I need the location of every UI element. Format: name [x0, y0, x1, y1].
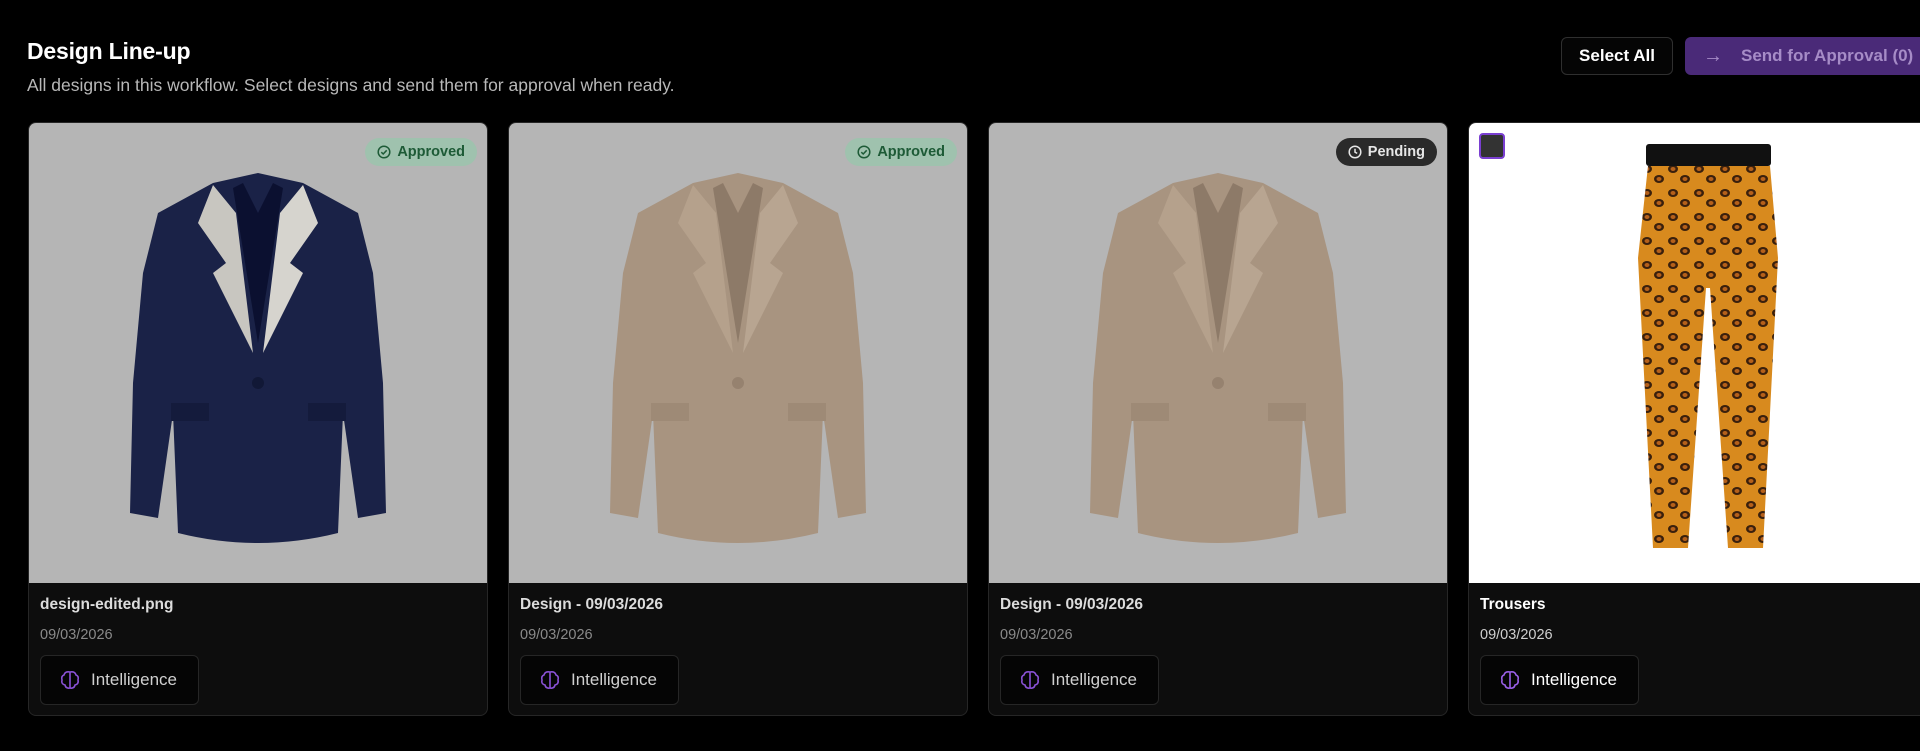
clock-icon [1348, 145, 1362, 159]
intelligence-tag[interactable]: Intelligence [40, 655, 199, 705]
intelligence-tag[interactable]: Intelligence [520, 655, 679, 705]
status-badge: Pending [1335, 138, 1437, 166]
tag-label: Intelligence [91, 670, 178, 689]
tag-label: Intelligence [1051, 670, 1138, 689]
design-date: 09/03/2026 [40, 627, 113, 643]
page-subtitle: All designs in this workflow. Select des… [27, 75, 675, 95]
brain-icon [60, 671, 80, 689]
design-date: 09/03/2026 [1480, 627, 1553, 643]
intelligence-tag[interactable]: Intelligence [1000, 655, 1159, 705]
arrow-right-icon: → [1703, 44, 1723, 67]
design-name: Design - 09/03/2026 [520, 596, 664, 613]
design-date: 09/03/2026 [520, 627, 593, 643]
select-checkbox[interactable] [1479, 133, 1505, 159]
design-name: design-edited.png [40, 596, 174, 613]
intelligence-tag[interactable]: Intelligence [1480, 655, 1639, 705]
design-name: Design - 09/03/2026 [1000, 596, 1144, 613]
design-card[interactable]: Approved Design - 09/03/2026 09/03/2026 … [508, 122, 968, 716]
send-for-approval-label: Send for Approval (0) [1741, 46, 1914, 65]
tag-label: Intelligence [571, 670, 658, 689]
design-card[interactable]: Pending Design - 09/03/2026 09/03/2026 I… [988, 122, 1448, 716]
status-badge: Approved [845, 138, 957, 166]
design-image-leopard-trousers [1469, 123, 1920, 583]
design-image-beige-blazer [989, 123, 1447, 583]
design-image-navy-blazer [29, 123, 487, 583]
design-date: 09/03/2026 [1000, 627, 1073, 643]
design-card[interactable]: Approved design-edited.png 09/03/2026 In… [28, 122, 488, 716]
tag-label: Intelligence [1531, 670, 1618, 689]
design-name: Trousers [1480, 596, 1546, 613]
status-badge-label: Approved [877, 144, 945, 160]
brain-icon [1500, 671, 1520, 689]
design-image-beige-blazer [509, 123, 967, 583]
send-for-approval-button[interactable]: → Send for Approval (0) [1685, 37, 1920, 75]
page-title: Design Line-up [27, 38, 191, 64]
select-all-button[interactable]: Select All [1561, 37, 1673, 75]
page-header: Design Line-up All designs in this workf… [27, 38, 675, 96]
check-circle-icon [857, 145, 871, 159]
design-grid: Approved design-edited.png 09/03/2026 In… [28, 122, 1920, 716]
brain-icon [540, 671, 560, 689]
status-badge-label: Pending [1367, 144, 1425, 160]
design-card[interactable]: Trousers 09/03/2026 Intelligence [1468, 122, 1920, 716]
status-badge-label: Approved [397, 144, 465, 160]
check-circle-icon [377, 145, 391, 159]
status-badge: Approved [365, 138, 477, 166]
brain-icon [1020, 671, 1040, 689]
